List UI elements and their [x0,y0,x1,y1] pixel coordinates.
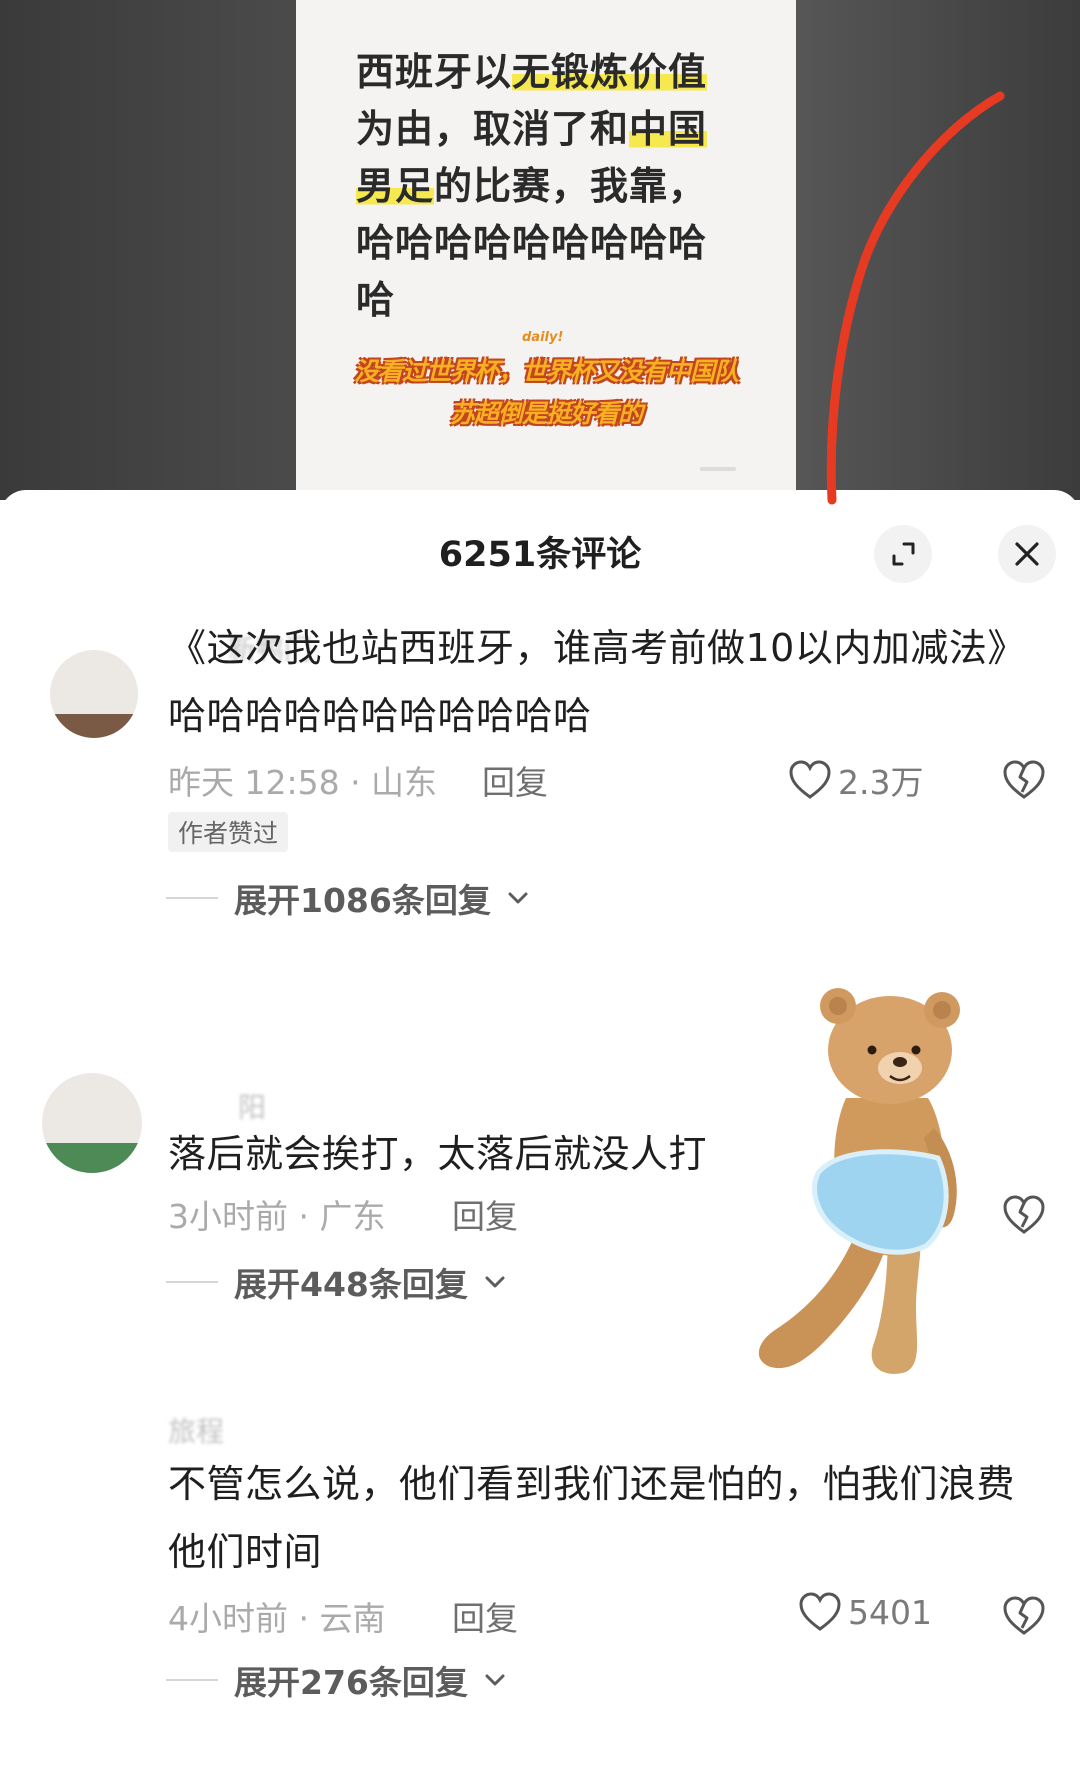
comments-panel: 6251条评论 新鸭门 《这次我也站西班牙，谁高考前做10以内加减法》哈哈哈哈哈… [0,490,1080,1767]
comment-text: 不管怎么说，他们看到我们还是怕的，怕我们浪费他们时间 [168,1462,1016,1574]
expand-replies-button[interactable]: 展开276条回复 [166,1656,506,1704]
dislike-button[interactable] [1002,1195,1046,1239]
heart-icon [789,760,831,799]
expand-dash [166,1679,218,1681]
comment-meta: 昨天 12:58 · 山东 [168,763,438,802]
dislike-button[interactable] [1002,760,1046,804]
expand-replies-label: 展开448条回复 [234,1265,468,1304]
comment-username[interactable]: 旅程 [168,1410,224,1450]
avatar[interactable] [50,650,138,738]
expand-replies-label: 展开276条回复 [234,1663,468,1702]
reply-button[interactable]: 回复 [452,1190,518,1238]
chevron-down-icon [508,892,528,904]
annotation-arrow-line [826,91,1005,505]
close-icon [1015,542,1039,566]
expand-panel-button[interactable] [874,525,932,583]
expand-replies-button[interactable]: 展开448条回复 [166,1258,506,1306]
expand-replies-label: 展开1086条回复 [234,881,491,920]
reply-button[interactable]: 回复 [452,1592,518,1640]
expand-replies-button[interactable]: 展开1086条回复 [166,874,529,922]
heart-icon [799,1592,841,1631]
broken-heart-icon [1003,760,1045,799]
dislike-button[interactable] [1002,1596,1046,1640]
chevron-down-icon [485,1276,505,1288]
bear-sticker-image [758,988,960,1374]
like-button[interactable]: 2.3万 [788,756,923,804]
like-count: 2.3万 [838,763,924,802]
like-count: 5401 [848,1592,932,1632]
close-panel-button[interactable] [998,525,1056,583]
comment-meta: 3小时前 · 广东 [168,1197,386,1236]
broken-heart-icon [1003,1596,1045,1635]
comment-meta: 4小时前 · 云南 [168,1599,386,1638]
expand-dash [166,897,218,899]
expand-icon [892,542,915,566]
author-liked-badge: 作者赞过 [168,812,289,852]
comment-text: 《这次我也站西班牙，谁高考前做10以内加减法》哈哈哈哈哈哈哈哈哈哈哈 [168,626,1026,738]
chevron-down-icon [485,1674,505,1686]
broken-heart-icon [1003,1195,1045,1234]
expand-dash [166,1281,218,1283]
like-button[interactable]: 5401 [798,1592,932,1632]
reply-button[interactable]: 回复 [482,756,548,804]
avatar[interactable] [42,1073,142,1173]
